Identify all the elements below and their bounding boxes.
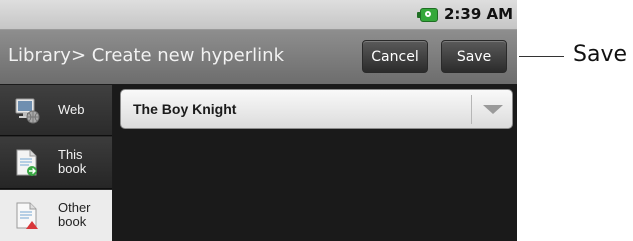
sidebar-item-label: Web [58,102,85,117]
status-bar: 2:39 AM [0,0,517,30]
status-time: 2:39 AM [444,5,514,23]
title-bar: Library> Create new hyperlink Cancel Sav… [0,30,517,84]
monitor-icon [15,98,40,124]
cancel-button[interactable]: Cancel [362,40,428,73]
battery-charging-icon [417,8,438,22]
book-page-icon [16,149,37,176]
sidebar-item-label: Other book [58,200,91,229]
book-select-dropdown[interactable]: The Boy Knight [120,89,513,129]
save-button[interactable]: Save [441,40,507,73]
sidebar-item-label: This book [58,147,87,176]
link-target-panel: The Boy Knight [113,85,517,241]
page-title: Library> Create new hyperlink [8,45,284,66]
device-screen: 2:39 AM Library> Create new hyperlink Ca… [0,0,517,241]
callout-line [519,56,564,57]
sidebar-item-other-book[interactable]: Other book [0,190,112,241]
dropdown-divider [471,95,472,124]
dropdown-selected-value: The Boy Knight [133,101,237,117]
sidebar-item-this-book[interactable]: This book [0,137,112,189]
sidebar-item-web[interactable]: Web [0,85,112,136]
link-type-sidebar: Web This book Other book [0,85,112,241]
callout-label: Save [573,42,628,67]
chevron-down-icon [483,105,503,114]
other-book-icon [16,202,38,229]
